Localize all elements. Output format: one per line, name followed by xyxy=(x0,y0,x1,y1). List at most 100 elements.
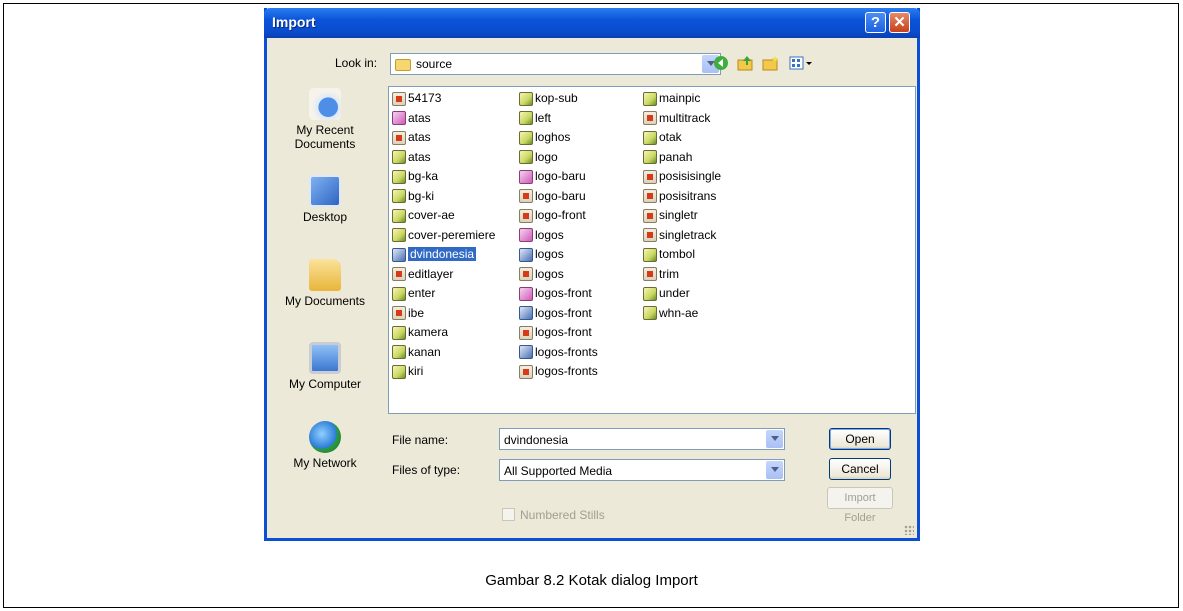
file-name: otak xyxy=(659,130,682,144)
file-name: singletrack xyxy=(659,227,717,242)
chevron-down-icon[interactable] xyxy=(766,461,783,479)
file-item[interactable]: kamera xyxy=(392,324,448,341)
folder-icon xyxy=(395,58,411,71)
view-menu-icon[interactable] xyxy=(789,55,815,73)
file-name: logos-fronts xyxy=(535,344,598,359)
recent-documents-icon xyxy=(309,88,341,120)
file-item[interactable]: posisitrans xyxy=(643,188,716,205)
file-name: left xyxy=(535,110,552,125)
file-item[interactable]: kiri xyxy=(392,363,423,380)
help-button[interactable]: ? xyxy=(865,12,886,33)
new-folder-icon[interactable] xyxy=(761,55,781,73)
file-item[interactable]: atas xyxy=(392,149,431,166)
back-icon[interactable] xyxy=(711,55,731,73)
ai-file-icon xyxy=(392,247,406,262)
file-name: editlayer xyxy=(408,266,454,281)
file-item[interactable]: atas xyxy=(392,129,431,146)
file-name: logos xyxy=(535,247,564,261)
file-item[interactable]: enter xyxy=(392,285,435,302)
file-item[interactable]: ibe xyxy=(392,305,424,322)
file-item[interactable]: logo-front xyxy=(519,207,586,224)
file-item[interactable]: cover-peremiere xyxy=(392,227,495,244)
file-name: logos-front xyxy=(535,325,592,339)
file-item[interactable]: panah xyxy=(643,149,692,166)
place-recent-documents[interactable]: My Recent Documents xyxy=(273,88,377,151)
file-name: kop-sub xyxy=(535,91,578,105)
file-item[interactable]: singletrack xyxy=(643,227,716,244)
jpg-file-icon xyxy=(519,228,533,243)
file-item[interactable]: whn-ae xyxy=(643,305,698,322)
chevron-down-icon[interactable] xyxy=(766,430,783,448)
place-my-network[interactable]: My Network xyxy=(273,421,377,470)
up-folder-icon[interactable] xyxy=(736,55,756,73)
numbered-stills-checkbox[interactable] xyxy=(502,508,515,521)
resize-grip[interactable] xyxy=(904,525,914,535)
file-item[interactable]: logos-front xyxy=(519,305,592,322)
file-item[interactable]: under xyxy=(643,285,690,302)
file-item[interactable]: bg-ki xyxy=(392,188,434,205)
file-item[interactable]: logos-fronts xyxy=(519,363,598,380)
file-item[interactable]: 54173 xyxy=(392,90,441,107)
import-folder-button[interactable]: Import Folder xyxy=(827,487,893,524)
file-name: cover-peremiere xyxy=(408,227,496,242)
file-item[interactable]: logos-fronts xyxy=(519,344,598,361)
file-item[interactable]: atas xyxy=(392,110,431,127)
file-name: logos-front xyxy=(535,286,592,300)
file-name: enter xyxy=(408,286,436,300)
file-name: posisisingle xyxy=(659,169,722,183)
file-item[interactable]: loghos xyxy=(519,129,570,146)
file-item[interactable]: multitrack xyxy=(643,110,710,127)
file-item[interactable]: logo-baru xyxy=(519,168,586,185)
place-my-documents[interactable]: My Documents xyxy=(273,259,377,308)
psd-file-icon xyxy=(392,306,406,321)
title-bar[interactable]: Import ? ✕ xyxy=(264,8,920,38)
file-item[interactable]: logos xyxy=(519,246,564,263)
file-name-field[interactable]: dvindonesia xyxy=(499,428,785,450)
file-item[interactable]: singletr xyxy=(643,207,698,224)
cancel-button[interactable]: Cancel xyxy=(829,458,891,480)
jpg-file-icon xyxy=(519,286,533,301)
file-item[interactable]: kanan xyxy=(392,344,441,361)
file-name: under xyxy=(659,286,690,300)
file-name: bg-ki xyxy=(408,188,435,203)
psd-file-icon xyxy=(392,91,406,106)
place-my-computer[interactable]: My Computer xyxy=(273,342,377,391)
file-item[interactable]: bg-ka xyxy=(392,168,438,185)
png-file-icon xyxy=(643,306,657,321)
file-item[interactable]: logo xyxy=(519,149,558,166)
file-item[interactable]: otak xyxy=(643,129,682,146)
file-item[interactable]: trim xyxy=(643,266,679,283)
file-item[interactable]: cover-ae xyxy=(392,207,455,224)
png-file-icon xyxy=(643,247,657,262)
file-item[interactable]: logos xyxy=(519,266,564,283)
file-name: logos-front xyxy=(535,305,592,320)
file-name: atas xyxy=(408,110,431,125)
close-button[interactable]: ✕ xyxy=(889,12,910,33)
file-item[interactable]: logo-baru xyxy=(519,188,586,205)
file-item[interactable]: tombol xyxy=(643,246,695,263)
place-label: Desktop xyxy=(302,210,348,224)
files-of-type-dropdown[interactable]: All Supported Media xyxy=(499,459,785,481)
file-name: bg-ka xyxy=(408,169,439,183)
look-in-dropdown[interactable]: source xyxy=(390,53,721,75)
open-button[interactable]: Open xyxy=(829,428,891,450)
file-list[interactable]: 54173 atas atas atas bg-ka bg-ki cover-ae cover… xyxy=(388,86,916,414)
file-item[interactable]: dvindonesia xyxy=(392,246,477,263)
file-item[interactable]: left xyxy=(519,110,551,127)
file-item[interactable]: editlayer xyxy=(392,266,453,283)
file-item[interactable]: logos xyxy=(519,227,564,244)
file-name: logos xyxy=(535,227,564,242)
file-item[interactable]: kop-sub xyxy=(519,90,578,107)
psd-file-icon xyxy=(519,189,533,204)
numbered-stills-label: Numbered Stills xyxy=(520,508,605,522)
png-file-icon xyxy=(392,150,406,165)
psd-file-icon xyxy=(643,189,657,204)
file-item[interactable]: logos-front xyxy=(519,324,592,341)
places-bar: My Recent Documents Desktop My Documents… xyxy=(273,84,377,481)
file-item[interactable]: mainpic xyxy=(643,90,700,107)
png-file-icon xyxy=(643,130,657,145)
file-item[interactable]: logos-front xyxy=(519,285,592,302)
file-item[interactable]: posisisingle xyxy=(643,168,721,185)
file-name: kiri xyxy=(408,364,424,378)
place-desktop[interactable]: Desktop xyxy=(273,175,377,224)
